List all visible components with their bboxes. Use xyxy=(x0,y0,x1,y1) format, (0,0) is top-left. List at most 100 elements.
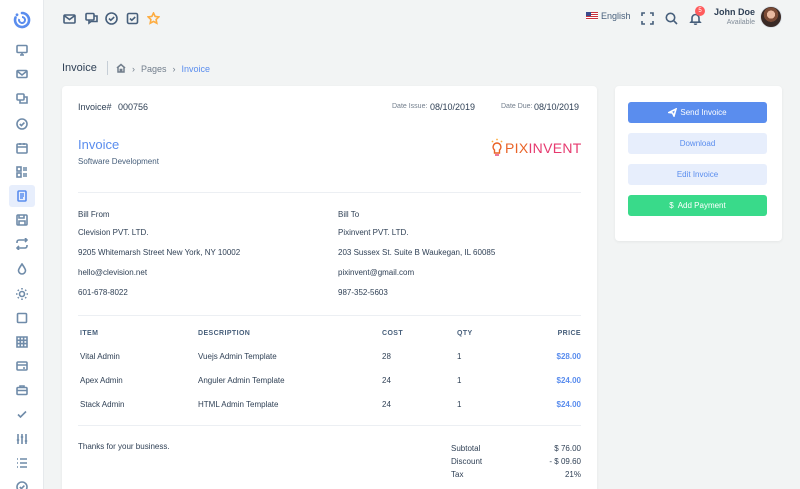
list-icon[interactable] xyxy=(9,452,35,474)
discount-label: Discount xyxy=(451,457,483,466)
send-invoice-button[interactable]: Send Invoice xyxy=(628,102,767,123)
language-label: English xyxy=(601,11,631,21)
language-selector[interactable]: English xyxy=(586,11,631,21)
table-cell-item: Stack Admin xyxy=(80,400,125,409)
user-name[interactable]: John Doe xyxy=(714,7,755,17)
bill-from-address: 9205 Whitemarsh Street New York, NY 1000… xyxy=(78,248,241,257)
table-header-price: PRICE xyxy=(557,330,581,337)
table-cell-cost: 24 xyxy=(382,376,391,385)
todo-icon[interactable] xyxy=(125,11,139,25)
check-circle-icon[interactable] xyxy=(104,11,118,25)
download-button[interactable]: Download xyxy=(628,133,767,154)
invoice-title: Invoice xyxy=(78,137,120,152)
grid-icon[interactable] xyxy=(9,331,35,353)
bill-to-phone: 987-352-5603 xyxy=(338,288,388,297)
notification-badge: 5 xyxy=(695,6,705,16)
breadcrumb-item-pages[interactable]: Pages xyxy=(141,64,167,74)
credit-card-icon[interactable] xyxy=(9,355,35,377)
search-icon[interactable] xyxy=(664,11,678,25)
fullscreen-icon[interactable] xyxy=(640,11,654,25)
bill-to-email: pixinvent@gmail.com xyxy=(338,268,415,277)
bill-from-phone: 601-678-8022 xyxy=(78,288,128,297)
subtotal-label: Subtotal xyxy=(451,444,481,453)
sliders-icon[interactable] xyxy=(9,428,35,450)
date-due-label: Date Due: xyxy=(501,103,533,110)
table-cell-item: Vital Admin xyxy=(80,352,120,361)
user-status: Available xyxy=(726,19,755,26)
sun-icon[interactable] xyxy=(9,283,35,305)
table-cell-description: Vuejs Admin Template xyxy=(198,352,277,361)
bill-from-company: Clevision PVT. LTD. xyxy=(78,228,149,237)
table-cell-item: Apex Admin xyxy=(80,376,123,385)
divider xyxy=(78,425,581,426)
invoice-icon[interactable] xyxy=(9,185,35,207)
bill-to-address: 203 Sussex St. Suite B Waukegan, IL 6008… xyxy=(338,248,496,257)
kanban-icon[interactable] xyxy=(9,161,35,183)
repeat-icon[interactable] xyxy=(9,233,35,255)
monitor-icon[interactable] xyxy=(9,39,35,61)
table-cell-cost: 24 xyxy=(382,400,391,409)
table-cell-qty: 1 xyxy=(457,352,462,361)
calendar-icon[interactable] xyxy=(9,137,35,159)
add-payment-button[interactable]: $ Add Payment xyxy=(628,195,767,216)
bill-from-heading: Bill From xyxy=(78,210,110,219)
sidebar xyxy=(0,0,44,489)
table-cell-qty: 1 xyxy=(457,376,462,385)
chat-icon[interactable] xyxy=(9,88,35,110)
company-logo: PIXINVENT xyxy=(491,138,582,158)
tax-value: 21% xyxy=(564,470,581,479)
bill-to-heading: Bill To xyxy=(338,210,360,219)
circle-check-icon[interactable] xyxy=(9,476,35,489)
table-header-description: DESCRIPTION xyxy=(198,330,251,337)
subtotal-value: $ 76.00 xyxy=(554,444,581,453)
droplet-icon[interactable] xyxy=(9,258,35,280)
save-icon[interactable] xyxy=(9,209,35,231)
us-flag-icon xyxy=(586,12,598,20)
table-cell-qty: 1 xyxy=(457,400,462,409)
breadcrumb: › Pages › Invoice xyxy=(116,63,210,75)
star-icon[interactable] xyxy=(146,11,160,25)
tax-label: Tax xyxy=(451,470,464,479)
divider xyxy=(78,192,581,193)
edit-invoice-button[interactable]: Edit Invoice xyxy=(628,164,767,185)
table-cell-price: $28.00 xyxy=(556,352,581,361)
table-header-item: ITEM xyxy=(80,330,99,337)
divider xyxy=(78,315,581,316)
invoice-actions-panel: Send Invoice Download Edit Invoice $ Add… xyxy=(615,86,782,241)
invoice-subtitle: Software Development xyxy=(78,157,159,166)
top-navbar: English 5 John Doe Available xyxy=(44,0,800,36)
edit-invoice-label: Edit Invoice xyxy=(676,170,719,179)
app-logo[interactable] xyxy=(13,11,31,29)
breadcrumb-item-invoice: Invoice xyxy=(181,64,211,74)
square-icon[interactable] xyxy=(9,307,35,329)
table-cell-description: Anguler Admin Template xyxy=(198,376,285,385)
table-cell-description: HTML Admin Template xyxy=(198,400,279,409)
download-label: Download xyxy=(679,139,716,148)
dollar-icon: $ xyxy=(669,201,674,210)
mail-icon[interactable] xyxy=(62,11,76,25)
table-cell-cost: 28 xyxy=(382,352,391,361)
mail-icon[interactable] xyxy=(9,63,35,85)
briefcase-icon[interactable] xyxy=(9,379,35,401)
invoice-number-label: Invoice# xyxy=(78,102,112,112)
chevron-right-icon: › xyxy=(172,64,176,74)
table-header-cost: COST xyxy=(382,330,404,337)
breadcrumb-divider xyxy=(107,61,108,75)
check-icon[interactable] xyxy=(9,403,35,425)
date-issue: 08/10/2019 xyxy=(430,102,476,112)
invoice-number: 000756 xyxy=(118,102,149,112)
bill-from-email: hello@clevision.net xyxy=(78,268,148,277)
chat-icon[interactable] xyxy=(84,11,98,25)
bill-to-company: Pixinvent PVT. LTD. xyxy=(338,228,409,237)
avatar[interactable] xyxy=(760,6,782,28)
date-issue-label: Date Issue: xyxy=(392,103,428,110)
brand-text-part2: INVENT xyxy=(528,140,582,156)
add-payment-label: Add Payment xyxy=(677,201,726,210)
check-circle-icon[interactable] xyxy=(9,113,35,135)
discount-value: - $ 09.60 xyxy=(549,457,581,466)
home-icon[interactable] xyxy=(116,63,126,75)
brand-text-part1: PIX xyxy=(505,140,529,156)
table-header-qty: QTY xyxy=(457,330,473,337)
bulb-icon xyxy=(491,138,503,156)
chevron-right-icon: › xyxy=(132,64,135,74)
